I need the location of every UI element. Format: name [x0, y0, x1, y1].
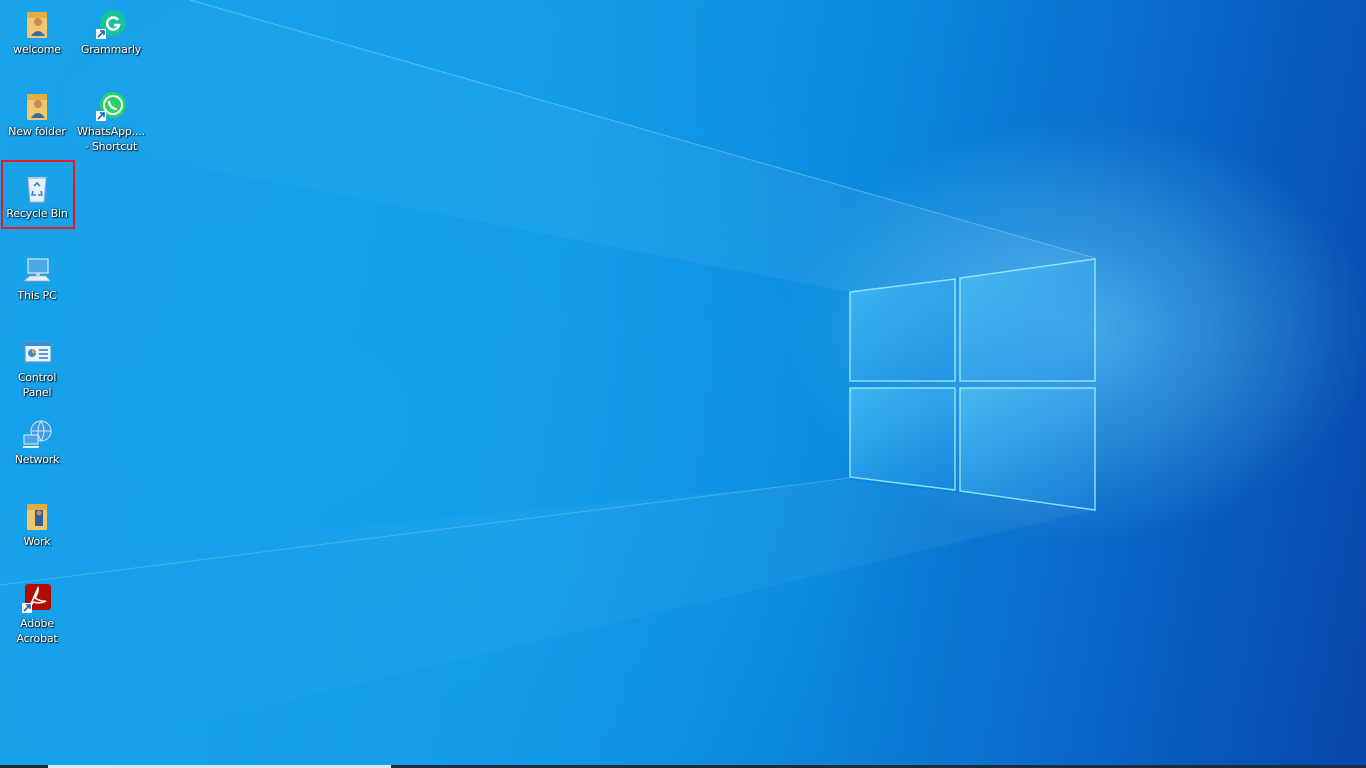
adobe-acrobat-icon — [22, 584, 51, 613]
desktop-icon-adobe-acrobat[interactable]: Adobe Acrobat — [0, 582, 74, 646]
icon-label: Grammarly — [80, 43, 142, 56]
icon-label: New folder — [8, 125, 66, 138]
desktop-icon-control-panel[interactable]: Control Panel — [0, 336, 74, 400]
desktop-icon-new-folder[interactable]: New folder — [0, 90, 74, 139]
grammarly-icon — [96, 10, 126, 39]
desktop-icon-welcome[interactable]: welcome — [0, 8, 74, 57]
desktop-icon-whatsapp[interactable]: WhatsApp.... - Shortcut — [74, 90, 148, 154]
computer-icon — [22, 258, 51, 282]
icon-label: This PC — [17, 289, 57, 302]
user-folder-icon — [27, 12, 47, 38]
icon-label: Network — [14, 453, 60, 466]
windows-logo — [849, 258, 1096, 511]
desktop-icon-this-pc[interactable]: This PC — [0, 254, 74, 303]
icon-label: WhatsApp.... - Shortcut — [77, 125, 145, 153]
desktop-icon-work[interactable]: Work — [0, 500, 74, 549]
windows-logo-wallpaper — [0, 0, 1096, 768]
user-folder-icon — [27, 504, 47, 530]
network-icon — [23, 420, 52, 448]
icon-label: welcome — [13, 43, 61, 56]
recycle-bin-highlight-box — [1, 160, 75, 229]
icon-label: Adobe Acrobat — [16, 617, 58, 645]
user-folder-icon — [27, 94, 47, 120]
desktop-icon-grammarly[interactable]: Grammarly — [74, 8, 148, 57]
icon-label: Control Panel — [17, 371, 57, 399]
whatsapp-icon — [96, 92, 126, 121]
control-panel-icon — [24, 341, 52, 363]
desktop-icon-network[interactable]: Network — [0, 418, 74, 467]
icon-label: Work — [23, 535, 51, 548]
desktop[interactable]: welcome Grammarly New folder WhatsApp...… — [0, 0, 1366, 768]
